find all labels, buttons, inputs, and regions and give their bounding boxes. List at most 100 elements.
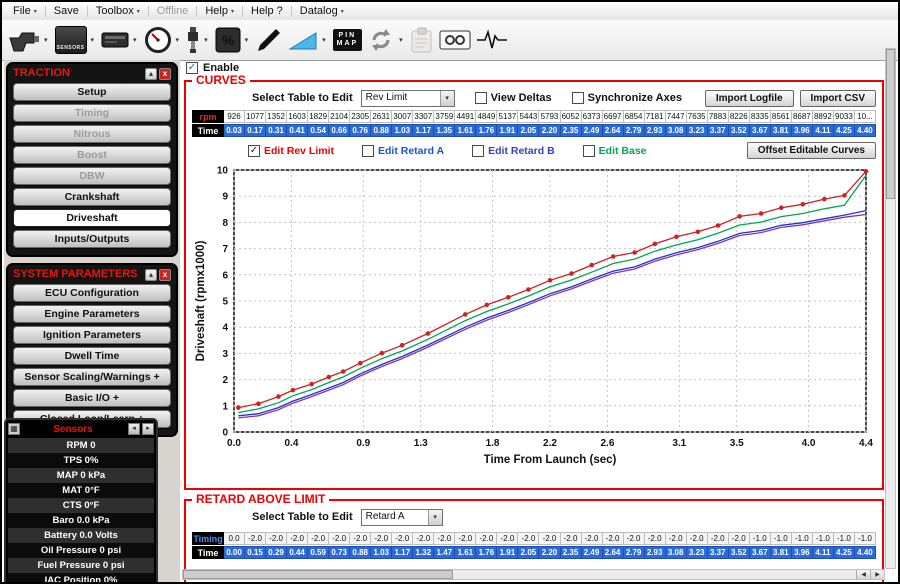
vertical-scrollbar-thumb[interactable] [886, 49, 895, 199]
time-cell[interactable]: 1.47 [434, 546, 455, 559]
time-cell[interactable]: 3.23 [687, 124, 708, 137]
timing-cell[interactable]: -1.0 [750, 532, 771, 545]
time-cell[interactable]: 0.54 [308, 124, 329, 137]
time-cell[interactable]: 0.17 [245, 124, 266, 137]
rpm-cell[interactable]: 10... [855, 110, 876, 123]
timing-cell[interactable]: -2.0 [561, 532, 582, 545]
time-cell[interactable]: 4.11 [813, 546, 834, 559]
time-cell[interactable]: 3.37 [708, 124, 729, 137]
rpm-cell[interactable]: 8561 [771, 110, 792, 123]
time-cell[interactable]: 0.73 [329, 546, 350, 559]
menu-item-datalog[interactable]: Datalog▾ [292, 4, 352, 18]
sidebar-item-engine-parameters[interactable]: Engine Parameters [13, 305, 171, 323]
time-cell[interactable]: 1.03 [371, 546, 392, 559]
comm-connector-icon[interactable] [8, 23, 40, 57]
time-cell[interactable]: 4.25 [834, 546, 855, 559]
time-cell[interactable]: 0.15 [245, 546, 266, 559]
rpm-cell[interactable]: 8687 [792, 110, 813, 123]
rpm-cell[interactable]: 7635 [687, 110, 708, 123]
waveform-icon[interactable] [476, 23, 508, 57]
time-cell[interactable]: 0.66 [329, 124, 350, 137]
view-deltas-checkbox[interactable]: View Deltas [475, 92, 552, 104]
vertical-scrollbar[interactable] [885, 48, 896, 569]
menu-item-help[interactable]: Help ? [243, 4, 291, 18]
rpm-cell[interactable]: 3759 [434, 110, 455, 123]
sidebar-item-boost[interactable]: Boost [13, 146, 171, 164]
time-cell[interactable]: 3.96 [792, 124, 813, 137]
time-cell[interactable]: 1.76 [476, 124, 497, 137]
sensors-next-button[interactable]: ▸ [142, 423, 154, 435]
timing-cell[interactable]: -2.0 [413, 532, 434, 545]
sidebar-item-basic-i-o[interactable]: Basic I/O + [13, 389, 171, 407]
time-cell[interactable]: 2.20 [539, 124, 560, 137]
timing-cell[interactable]: -2.0 [287, 532, 308, 545]
calculator-icon[interactable]: % [215, 23, 241, 57]
timing-cell[interactable]: -2.0 [350, 532, 371, 545]
timing-cell[interactable]: -2.0 [455, 532, 476, 545]
menu-item-help[interactable]: Help▾ [197, 4, 242, 18]
timing-wedge-icon[interactable] [288, 23, 318, 57]
time-cell[interactable]: 1.61 [455, 124, 476, 137]
rpm-cell[interactable]: 3007 [392, 110, 413, 123]
rpm-cell[interactable]: 7447 [666, 110, 687, 123]
timing-cell[interactable]: -2.0 [708, 532, 729, 545]
timing-cell[interactable]: 0.0 [224, 532, 245, 545]
sidebar-item-driveshaft[interactable]: Driveshaft [13, 209, 171, 227]
timing-cell[interactable]: -2.0 [392, 532, 413, 545]
sidebar-item-nitrous[interactable]: Nitrous [13, 125, 171, 143]
timing-cell[interactable]: -2.0 [666, 532, 687, 545]
checkbox-edit-retard-b[interactable]: Edit Retard B [472, 145, 555, 157]
sync-icon[interactable] [367, 23, 395, 57]
time-cell[interactable]: 2.05 [518, 546, 539, 559]
menu-item-file[interactable]: File▾ [5, 4, 45, 18]
offset-editable-curves-button[interactable]: Offset Editable Curves [747, 142, 876, 159]
time-cell[interactable]: 3.67 [750, 124, 771, 137]
rpm-cell[interactable]: 7181 [645, 110, 666, 123]
timing-cell[interactable]: -2.0 [476, 532, 497, 545]
time-cell[interactable]: 1.91 [497, 124, 518, 137]
chevron-down-icon[interactable]: ▾ [245, 36, 249, 44]
rpm-cell[interactable]: 5137 [497, 110, 518, 123]
time-cell[interactable]: 2.64 [603, 124, 624, 137]
rpm-cell[interactable]: 2104 [329, 110, 350, 123]
chevron-down-icon[interactable]: ▾ [322, 36, 326, 44]
chevron-down-icon[interactable]: ▾ [133, 36, 137, 44]
time-cell[interactable]: 3.23 [687, 546, 708, 559]
menu-item-toolbox[interactable]: Toolbox▾ [88, 4, 148, 18]
checkbox-edit-retard-a[interactable]: Edit Retard A [362, 145, 444, 157]
timing-cell[interactable]: -2.0 [603, 532, 624, 545]
import-logfile-button[interactable]: Import Logfile [705, 90, 794, 107]
panel-close-button[interactable]: x [159, 68, 171, 80]
rpm-cell[interactable]: 3307 [413, 110, 434, 123]
datalog-tape-icon[interactable] [439, 23, 471, 57]
time-cell[interactable]: 1.61 [455, 546, 476, 559]
time-cell[interactable]: 3.67 [750, 546, 771, 559]
timing-cell[interactable]: -1.0 [771, 532, 792, 545]
timing-cell[interactable]: -2.0 [687, 532, 708, 545]
time-cell[interactable]: 1.03 [392, 124, 413, 137]
time-cell[interactable]: 4.25 [834, 124, 855, 137]
sidebar-item-ecu-configuration[interactable]: ECU Configuration [13, 284, 171, 302]
timing-cell[interactable]: -2.0 [624, 532, 645, 545]
rpm-cell[interactable]: 2305 [350, 110, 371, 123]
time-cell[interactable]: 4.40 [855, 124, 876, 137]
scroll-right-arrow[interactable]: ▶ [870, 570, 884, 579]
rpm-cell[interactable]: 6052 [561, 110, 582, 123]
horizontal-scrollbar[interactable]: ◀ ▶ [182, 569, 885, 580]
sensors-prev-button[interactable]: ◂ [128, 423, 140, 435]
time-cell[interactable]: 2.49 [582, 124, 603, 137]
sidebar-item-timing[interactable]: Timing [13, 104, 171, 122]
time-cell[interactable]: 2.64 [603, 546, 624, 559]
rpm-cell[interactable]: 6373 [582, 110, 603, 123]
timing-cell[interactable]: -2.0 [245, 532, 266, 545]
timing-cell[interactable]: -2.0 [434, 532, 455, 545]
time-cell[interactable]: 0.41 [287, 124, 308, 137]
chevron-down-icon[interactable]: ▾ [176, 36, 180, 44]
checkbox-edit-rev-limit[interactable]: ✓Edit Rev Limit [248, 145, 334, 157]
rpm-cell[interactable]: 926 [224, 110, 245, 123]
time-cell[interactable]: 0.31 [266, 124, 287, 137]
rpm-cell[interactable]: 8335 [750, 110, 771, 123]
menu-item-offline[interactable]: Offline [149, 4, 197, 18]
time-cell[interactable]: 3.81 [771, 546, 792, 559]
time-cell[interactable]: 1.91 [497, 546, 518, 559]
